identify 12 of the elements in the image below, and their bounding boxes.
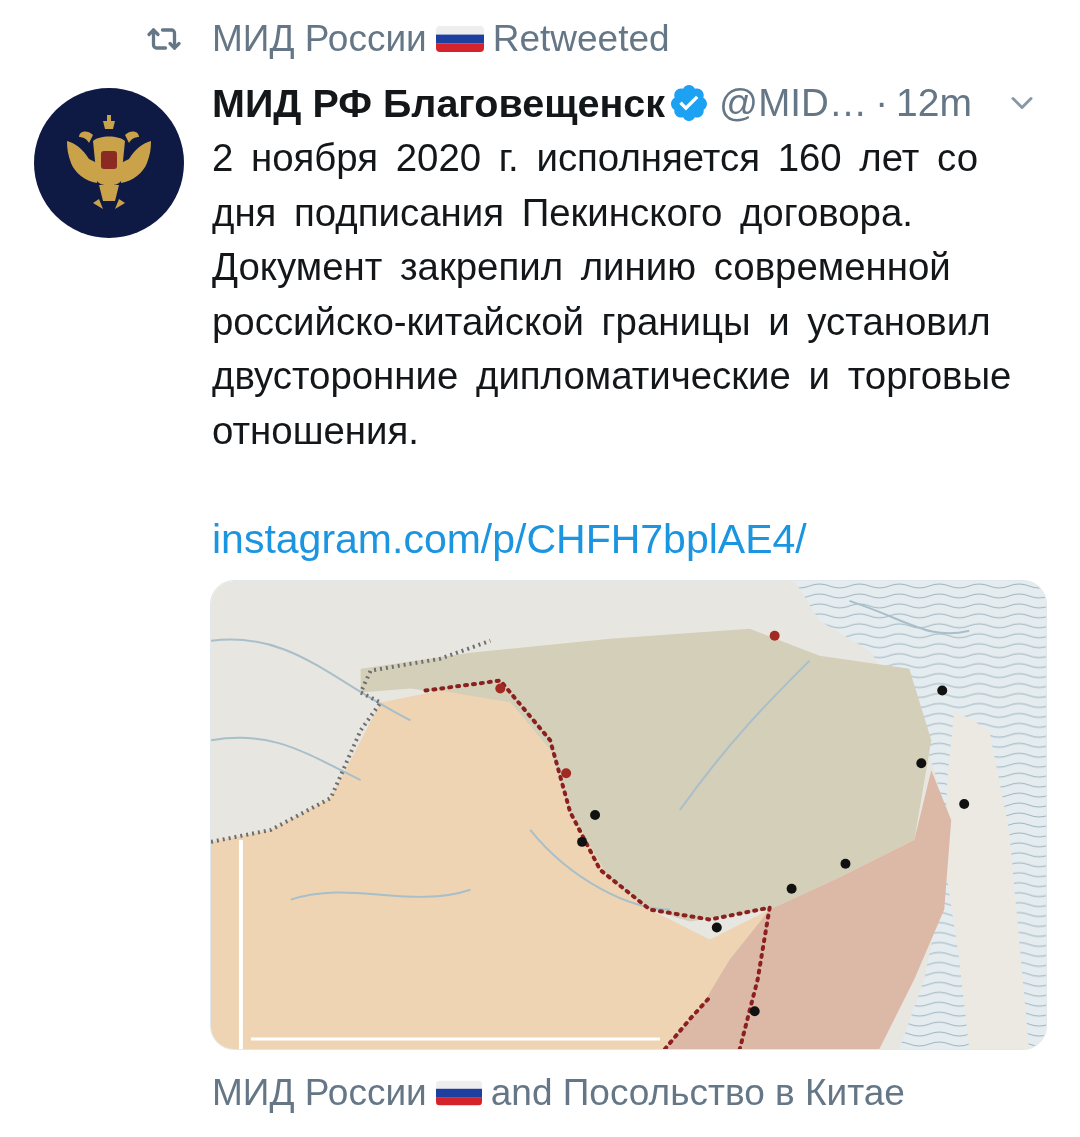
- flag-icon: [435, 26, 484, 52]
- author-handle: @MID…: [719, 81, 868, 125]
- author-name[interactable]: МИД РФ Благовещенск: [212, 80, 666, 126]
- retweeter-name: МИД России: [212, 17, 427, 61]
- retweeted-label: Retweeted: [492, 17, 670, 61]
- tagged-user[interactable]: МИД России: [212, 1067, 427, 1118]
- tagged-user[interactable]: and Посольство в Китае: [490, 1067, 905, 1118]
- tweet-text: 2 ноября 2020 г. исполняется 160 лет со дня подписания Пекинского договора. Документ закрепил линию современной российско-китайской границы и установил двусторонние дипломатические и торговые отношения.: [212, 135, 1013, 454]
- tweet-link[interactable]: instagram.com/p/CHFH7bplAE4/: [212, 512, 807, 567]
- separator-dot: ·: [875, 81, 889, 125]
- tweet-time: 12m: [896, 81, 972, 125]
- flag-icon: [435, 1079, 482, 1106]
